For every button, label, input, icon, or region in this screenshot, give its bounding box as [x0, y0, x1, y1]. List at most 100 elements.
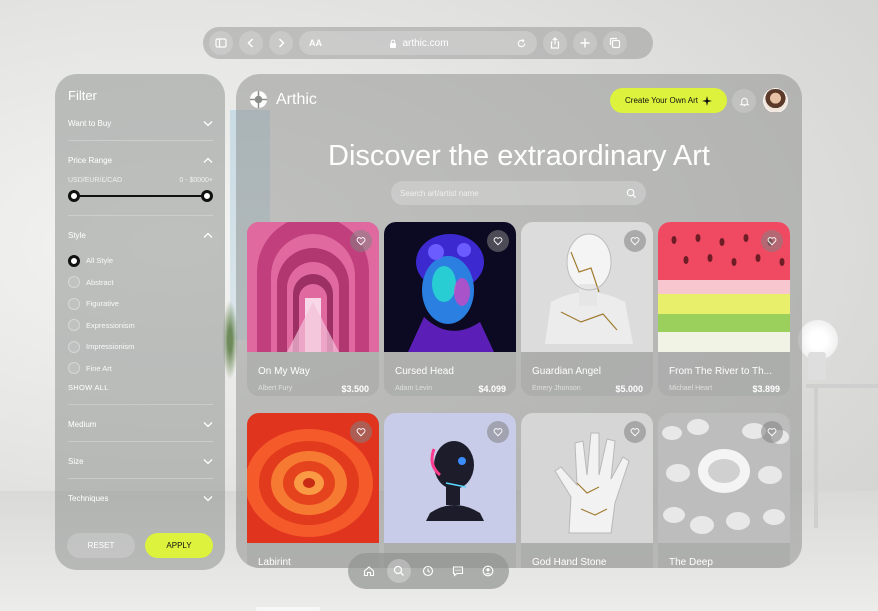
currency-label: USD/EUR/£/CAD [68, 177, 123, 184]
artwork-price: $3.899 [752, 384, 780, 394]
style-option-abstract[interactable]: Abstract [68, 272, 213, 294]
radio[interactable] [68, 362, 80, 375]
artwork-artist: Albert Fury [258, 385, 293, 392]
chevron-down-icon [203, 422, 213, 428]
filter-price-range[interactable]: Price Range [68, 156, 213, 165]
artwork-artist: Michael Heart [669, 385, 713, 392]
style-option-impressionism[interactable]: Impressionism [68, 336, 213, 358]
heart-icon [630, 428, 640, 437]
reload-icon[interactable] [516, 38, 527, 49]
new-tab-icon [580, 38, 590, 48]
artwork-title: Guardian Angel [532, 366, 601, 377]
profile-icon [482, 565, 494, 577]
radio[interactable] [68, 319, 80, 332]
tabs-icon [609, 37, 621, 49]
slider-max-handle[interactable] [201, 190, 213, 202]
artwork-card[interactable]: Guardian Angel Emery Jhonson $5.000 [521, 222, 653, 396]
filter-actions: RESET APPLY [67, 533, 213, 558]
artwork-artist: Adam Levin [395, 385, 432, 392]
bell-icon [739, 97, 749, 106]
share-button[interactable] [543, 31, 567, 55]
notifications-button[interactable] [732, 89, 756, 113]
apply-button[interactable]: APPLY [145, 533, 213, 558]
user-avatar[interactable] [763, 88, 788, 113]
show-all-link[interactable]: SHOW ALL [68, 383, 213, 392]
artwork-title: Labirint [258, 557, 291, 568]
price-range-slider[interactable] [68, 189, 213, 203]
style-option-label: Expressionism [86, 320, 135, 330]
artwork-card[interactable]: Labirint [247, 413, 379, 568]
divider [68, 215, 213, 216]
favorite-button[interactable] [761, 230, 783, 252]
filter-size[interactable]: Size [68, 457, 213, 466]
nav-home-button[interactable] [357, 559, 381, 583]
favorite-button[interactable] [761, 421, 783, 443]
radio[interactable] [68, 276, 80, 289]
search-icon [393, 565, 404, 576]
favorite-button[interactable] [350, 230, 372, 252]
artwork-artist: Emery Jhonson [532, 385, 581, 392]
main-panel: Arthic Create Your Own Art Discover the … [236, 74, 802, 568]
artwork-card[interactable]: On My Way Albert Fury $3.500 [247, 222, 379, 396]
chevron-down-icon [203, 496, 213, 502]
favorite-button[interactable] [487, 230, 509, 252]
style-option-figurative[interactable]: Figurative [68, 293, 213, 315]
style-option-label: Fine Art [86, 363, 112, 373]
search-placeholder: Search art/artist name [400, 188, 479, 198]
favorite-button[interactable] [350, 421, 372, 443]
text-size-button[interactable]: AA [309, 38, 322, 48]
artwork-card[interactable]: The Deep [658, 413, 790, 568]
divider [68, 441, 213, 442]
address-bar[interactable]: AA arthic.com [299, 31, 537, 55]
filter-want-to-buy[interactable]: Want to Buy [68, 119, 213, 128]
artwork-card[interactable]: Cursed Head Adam Levin $4.099 [384, 222, 516, 396]
artwork-title: God Hand Stone [532, 557, 607, 568]
heart-icon [493, 237, 503, 246]
favorite-button[interactable] [624, 230, 646, 252]
filter-medium[interactable]: Medium [68, 420, 213, 429]
favorite-button[interactable] [487, 421, 509, 443]
new-tab-button[interactable] [573, 31, 597, 55]
size-label: Size [68, 457, 84, 466]
sidebar-toggle-button[interactable] [209, 31, 233, 55]
artwork-price: $5.000 [615, 384, 643, 394]
filter-techniques[interactable]: Techniques [68, 494, 213, 503]
style-option-fine-art[interactable]: Fine Art [68, 358, 213, 380]
heart-icon [630, 237, 640, 246]
slider-track [72, 195, 209, 197]
radio[interactable] [68, 340, 80, 353]
price-range-label: Price Range [68, 156, 113, 165]
reset-button[interactable]: RESET [67, 533, 135, 558]
artwork-card[interactable] [384, 413, 516, 568]
nav-profile-button[interactable] [476, 559, 500, 583]
brand-logo[interactable]: Arthic [249, 90, 317, 109]
filter-style[interactable]: Style [68, 231, 213, 240]
artwork-title: Cursed Head [395, 366, 454, 377]
home-icon [363, 566, 374, 577]
tabs-overview-button[interactable] [603, 31, 627, 55]
radio-selected[interactable] [68, 254, 80, 267]
chevron-down-icon [203, 459, 213, 465]
forward-icon [278, 38, 285, 48]
search-input[interactable]: Search art/artist name [391, 181, 646, 205]
artwork-price: $3.500 [341, 384, 369, 394]
nav-chat-button[interactable] [446, 559, 470, 583]
want-to-buy-label: Want to Buy [68, 119, 112, 128]
nav-history-button[interactable] [416, 559, 440, 583]
filter-panel: Filter Want to Buy Price Range USD/EUR/£… [55, 74, 225, 570]
nav-search-button[interactable] [386, 559, 411, 583]
create-art-button[interactable]: Create Your Own Art [610, 88, 727, 113]
slider-min-handle[interactable] [68, 190, 80, 202]
radio[interactable] [68, 297, 80, 310]
artwork-card[interactable]: From The River to Th... Michael Heart $3… [658, 222, 790, 396]
style-option-expressionism[interactable]: Expressionism [68, 315, 213, 337]
style-option-label: Abstract [86, 277, 114, 287]
style-option-all-style[interactable]: All Style [68, 250, 213, 272]
back-button[interactable] [239, 31, 263, 55]
artwork-title: The Deep [669, 557, 713, 568]
style-option-label: All Style [86, 256, 114, 266]
artwork-card[interactable]: God Hand Stone [521, 413, 653, 568]
forward-button[interactable] [269, 31, 293, 55]
favorite-button[interactable] [624, 421, 646, 443]
chevron-up-icon [203, 232, 213, 238]
